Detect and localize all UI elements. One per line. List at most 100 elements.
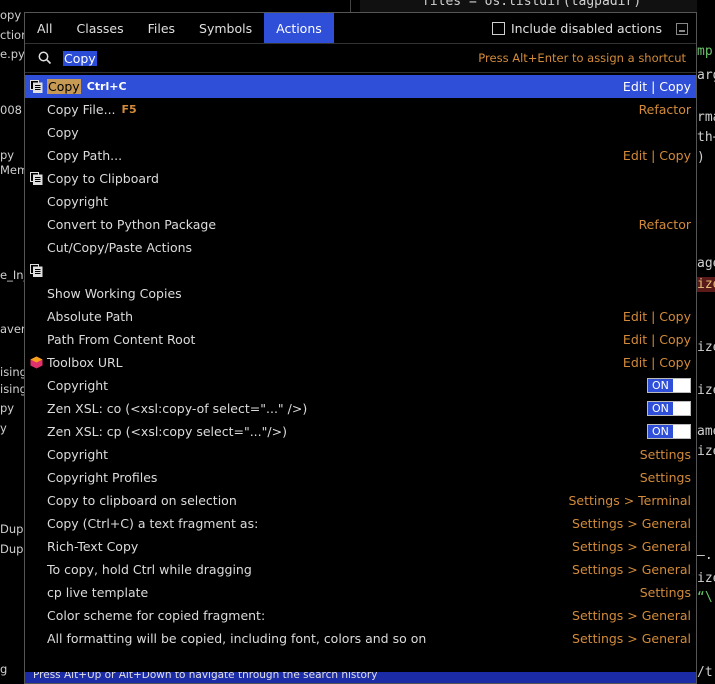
editor-code-fragment: age	[697, 256, 715, 271]
action-category: Settings > General	[572, 562, 691, 577]
action-row[interactable]: Copy Ctrl+C Edit | Copy	[25, 75, 696, 98]
editor-code-fragment: ame	[697, 424, 715, 439]
action-row[interactable]: Copy Path... Edit | Copy	[25, 144, 696, 167]
option-toggle[interactable]: ON	[647, 401, 691, 416]
editor-code-fragment: ize	[697, 383, 715, 398]
action-name: Copy File...	[47, 102, 116, 117]
toggle-state: ON	[648, 379, 673, 392]
action-row[interactable]: Copyright Settings	[25, 443, 696, 466]
action-category: Settings > General	[572, 539, 691, 554]
action-category: Edit | Copy	[622, 79, 691, 94]
action-name: Color scheme for copied fragment:	[47, 608, 266, 623]
copy-icon	[25, 172, 47, 185]
option-toggle[interactable]: ON	[647, 378, 691, 393]
action-category: Refactor	[638, 217, 691, 232]
action-name: Cut/Copy/Paste Actions	[47, 240, 193, 255]
tab-bar: All Classes Files Symbols Actions Include dis…	[25, 13, 696, 44]
toggle-state: ON	[648, 402, 673, 415]
include-disabled-label: Include disabled actions	[510, 21, 662, 36]
status-footer: Press Alt+Up or Alt+Down to navigate thr…	[25, 672, 696, 683]
action-row[interactable]: Copy File... F5 Refactor	[25, 98, 696, 121]
action-row[interactable]: All formatting will be copied, including…	[25, 627, 696, 650]
option-toggle[interactable]: ON	[647, 424, 691, 439]
editor-code-fragment: arg	[697, 68, 715, 83]
project-tree-fragment: Mem	[0, 163, 24, 177]
pin-window-icon[interactable]	[676, 22, 688, 35]
action-name: Zen XSL: cp (<xsl:copy select="..."/>)	[47, 424, 287, 439]
editor-code-fragment: )	[697, 150, 705, 165]
project-tree-fragment: ction_	[0, 28, 24, 42]
search-bar[interactable]: Copy Press Alt+Enter to assign a shortcu…	[25, 44, 696, 73]
project-tree-fragment: opy	[0, 8, 22, 22]
action-row[interactable]: Copyright Profiles Settings	[25, 466, 696, 489]
toolbox-icon	[25, 356, 47, 369]
editor-code-fragment: ize	[697, 340, 715, 355]
action-row[interactable]: Copy to clipboard on selection Settings >…	[25, 489, 696, 512]
action-category: Settings > General	[572, 608, 691, 623]
tab-symbols[interactable]: Symbols	[187, 13, 264, 43]
action-row[interactable]: Copyright ON	[25, 374, 696, 397]
action-category: Refactor	[638, 102, 691, 117]
project-tree-fragment: e.py	[0, 47, 24, 61]
action-category: Settings > General	[572, 516, 691, 531]
action-name: Copyright	[47, 378, 109, 393]
include-disabled-checkbox[interactable]	[491, 22, 505, 35]
project-tree-fragment: e_In_	[0, 268, 24, 282]
action-row[interactable]: cp live template Settings	[25, 581, 696, 604]
tab-bar-options: Include disabled actions	[491, 13, 688, 44]
project-panel-background: opyction_e.py008pyMeme_In_avertisingisin…	[0, 0, 24, 684]
action-row[interactable]: To copy, hold Ctrl while dragging Setting…	[25, 558, 696, 581]
action-row[interactable]: Cut/Copy/Paste Actions	[25, 236, 696, 259]
action-name: To copy, hold Ctrl while dragging	[47, 562, 252, 577]
action-name: Copyright Profiles	[47, 470, 158, 485]
editor-background: mp' arg rma th+) age ize ize ize ame ize —. ize “\ /t	[697, 0, 715, 684]
action-row[interactable]: Rich-Text Copy Settings > General	[25, 535, 696, 558]
action-name: cp live template	[47, 585, 149, 600]
tab-all[interactable]: All	[25, 13, 65, 43]
editor-code-fragment: ize	[697, 444, 715, 459]
action-row[interactable]: Copy to Clipboard	[25, 167, 696, 190]
project-tree-fragment: py	[0, 401, 15, 415]
action-row[interactable]: Path From Content Root Edit | Copy	[25, 328, 696, 351]
action-row[interactable]: Show Working Copies	[25, 282, 696, 305]
project-tree-fragment: y	[0, 421, 7, 435]
project-tree-fragment: ising	[0, 365, 24, 379]
action-name: Copy	[47, 125, 79, 140]
action-shortcut: Ctrl+C	[86, 80, 127, 93]
action-row[interactable]: Copy	[25, 121, 696, 144]
action-row[interactable]: Copyright	[25, 190, 696, 213]
copy-icon	[25, 264, 47, 277]
search-everywhere-popup: All Classes Files Symbols Actions Include dis…	[24, 12, 697, 684]
action-row[interactable]: Absolute Path Edit | Copy	[25, 305, 696, 328]
action-row[interactable]: Zen XSL: co (<xsl:copy-of select="..." /…	[25, 397, 696, 420]
action-row[interactable]	[25, 259, 696, 282]
toggle-knob	[672, 379, 690, 392]
tab-actions[interactable]: Actions	[264, 13, 334, 43]
action-name: Copy	[47, 79, 81, 94]
editor-code-fragment: th+	[697, 130, 715, 145]
project-tree-fragment: Dupli	[0, 542, 24, 556]
tab-classes[interactable]: Classes	[65, 13, 136, 43]
project-tree-fragment: 008	[0, 103, 22, 117]
footer-text: Press Alt+Up or Alt+Down to navigate thr…	[33, 672, 378, 681]
tab-files[interactable]: Files	[136, 13, 187, 43]
search-input[interactable]: Copy	[63, 50, 97, 66]
action-row[interactable]: Copy (Ctrl+C) a text fragment as: Setting…	[25, 512, 696, 535]
action-name: Copy (Ctrl+C) a text fragment as:	[47, 516, 259, 531]
action-row[interactable]: Toolbox URL Edit | Copy	[25, 351, 696, 374]
action-category: Settings > Terminal	[568, 493, 691, 508]
action-name: Path From Content Root	[47, 332, 196, 347]
action-row[interactable]: Color scheme for copied fragment: Setting…	[25, 604, 696, 627]
action-name: Convert to Python Package	[47, 217, 217, 232]
action-category: Edit | Copy	[622, 309, 691, 324]
action-category: Settings	[639, 447, 691, 462]
project-tree-fragment: ising	[0, 382, 24, 396]
shortcut-hint: Press Alt+Enter to assign a shortcut	[478, 51, 686, 65]
action-row[interactable]: Convert to Python Package Refactor	[25, 213, 696, 236]
search-icon	[31, 51, 59, 65]
action-name: Copy Path...	[47, 148, 123, 163]
action-row[interactable]: Zen XSL: cp (<xsl:copy select="..."/>) ON	[25, 420, 696, 443]
action-name: Copy to Clipboard	[47, 171, 159, 186]
action-name: All formatting will be copied, including…	[47, 631, 427, 646]
toggle-knob	[672, 402, 690, 415]
